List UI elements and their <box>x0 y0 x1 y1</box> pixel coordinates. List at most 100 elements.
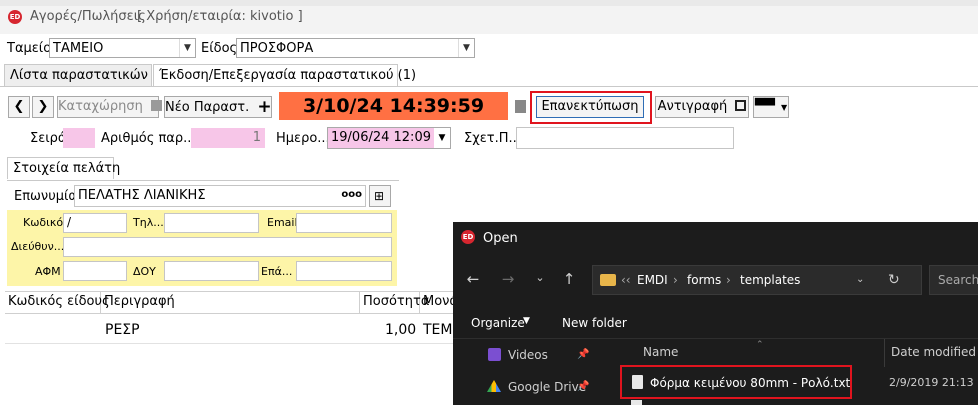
app-logo-icon: ED <box>461 230 475 244</box>
forward-button[interactable]: ❯ <box>32 96 54 118</box>
chevron-down-icon[interactable]: ⌄ <box>530 271 550 284</box>
vat-label: ΑΦΜ <box>35 265 61 278</box>
sidebar-item-videos[interactable]: Videos <box>508 348 548 362</box>
tax-office-label: ΔΟΥ <box>133 265 156 278</box>
breadcrumb-separator: › <box>673 273 678 287</box>
customer-name-value: ΠΕΛΑΤΗΣ ΛΙΑΝΙΚΗΣ <box>78 188 206 203</box>
dialog-sidebar: Videos 📌 Google Drive 📌 <box>453 339 613 405</box>
profession-field[interactable] <box>296 261 392 281</box>
profession-label: Επά... <box>261 265 293 278</box>
date-label: Ημερο... <box>276 131 330 146</box>
column-divider <box>884 339 885 367</box>
new-document-label: Νέο Παραστ. <box>165 100 250 115</box>
col-name[interactable]: Name <box>643 345 678 359</box>
tax-office-field[interactable] <box>164 261 259 281</box>
related-label: Σχετ.Π... <box>464 131 521 146</box>
type-select[interactable]: ΠΡΟΣΦΟΡΑ ▼ <box>236 38 475 58</box>
print-button[interactable]: ▀▀ ▼ <box>753 96 789 118</box>
customer-details-panel: Κωδικός / Τηλ... Email Διεύθυν... ΑΦΜ ΔΟ… <box>7 210 397 286</box>
series-field[interactable] <box>63 128 95 148</box>
arrow-left-icon[interactable]: ← <box>463 270 483 288</box>
new-folder-button[interactable]: New folder <box>562 316 627 330</box>
chevron-down-icon[interactable]: ▼ <box>434 128 450 148</box>
new-document-button[interactable]: Νέο Παραστ. + <box>164 96 272 118</box>
videos-icon <box>488 348 501 361</box>
number-label: Αριθμός παρ... <box>101 131 196 146</box>
organize-menu[interactable]: Organize <box>471 316 525 330</box>
table-row[interactable]: ΡΕΣΡ 1,00 ΤΕΜ <box>5 316 465 344</box>
window-user-company: [ Χρήση/εταιρία: kivotio ] <box>137 9 303 24</box>
tab-document-list[interactable]: Λίστα παραστατικών (1) <box>4 64 171 86</box>
chevron-down-icon[interactable]: ▼ <box>781 103 787 112</box>
open-file-dialog: ED Open ← → ⌄ ↑ ‹‹ EMDI › forms › templa… <box>453 222 978 405</box>
pin-icon: 📌 <box>577 349 590 360</box>
phone-field[interactable] <box>164 213 259 233</box>
customer-name-label: Επωνυμία <box>14 189 77 204</box>
register-label: Καταχώρηση <box>58 99 143 114</box>
breadcrumb-emdi[interactable]: EMDI <box>637 273 668 287</box>
customer-lookup-button[interactable]: ⊞ <box>369 185 391 207</box>
number-value: 1 <box>252 130 261 145</box>
breadcrumb-separator: › <box>726 273 731 287</box>
tab-customer-info[interactable]: Στοιχεία πελάτη <box>7 157 120 179</box>
customer-tab-line <box>7 180 399 181</box>
sidebar-item-google-drive[interactable]: Google Drive <box>508 380 586 394</box>
chevron-down-icon[interactable]: ▼ <box>179 39 195 57</box>
copy-button[interactable]: Αντιγραφή <box>655 96 749 118</box>
app-window: ED Αγορές/Πωλήσεις [ Χρήση/εταιρία: kivo… <box>0 0 978 405</box>
chevron-down-icon[interactable]: ⌄ <box>856 274 864 285</box>
printer-icon: ▀▀ <box>754 99 775 114</box>
reprint-button[interactable]: Επανεκτύπωση <box>536 96 644 118</box>
date-field[interactable]: 19/06/24 12:09 ▼ <box>327 127 451 149</box>
text-file-icon <box>632 375 643 389</box>
address-bar[interactable]: ‹‹ EMDI › forms › templates ⌄ ↻ <box>592 265 922 295</box>
dialog-title: Open <box>483 231 518 246</box>
refresh-icon[interactable]: ↻ <box>888 272 900 288</box>
folder-icon <box>600 274 616 286</box>
cashbox-select[interactable]: ΤΑΜΕΙΟ ▼ <box>49 38 196 58</box>
phone-label: Τηλ... <box>133 216 164 229</box>
related-field[interactable] <box>516 127 734 149</box>
app-logo-icon: ED <box>8 10 22 24</box>
vat-field[interactable] <box>63 261 127 281</box>
email-label: Email <box>267 216 298 229</box>
col-date-modified[interactable]: Date modified <box>891 345 976 359</box>
chevron-down-icon[interactable]: ▼ <box>523 316 530 326</box>
list-item[interactable]: Φόρμα κειμένου 80mm - Ρολό.txt 2/9/2019 … <box>628 373 978 395</box>
series-label: Σειρά <box>30 131 67 146</box>
copy-icon <box>735 100 747 111</box>
chevron-down-icon[interactable]: ▼ <box>458 39 474 57</box>
email-field[interactable] <box>296 213 392 233</box>
col-description[interactable]: Περιγραφή <box>101 292 360 314</box>
breadcrumb-templates[interactable]: templates <box>740 273 800 287</box>
cashbox-value: ΤΑΜΕΙΟ <box>53 41 104 56</box>
customer-name-field[interactable]: ΠΕΛΑΤΗΣ ΛΙΑΝΙΚΗΣ ooo <box>74 185 366 207</box>
number-field[interactable]: 1 <box>191 128 265 148</box>
row-quantity: 1,00 <box>385 322 417 338</box>
register-button[interactable]: Καταχώρηση <box>57 96 162 118</box>
col-quantity[interactable]: Ποσότητα <box>360 292 429 314</box>
code-value: / <box>67 215 72 229</box>
row-description: ΡΕΣΡ <box>105 322 140 338</box>
address-label: Διεύθυν... <box>11 240 65 253</box>
code-field[interactable]: / <box>63 213 127 233</box>
row-unit: ΤΕΜ <box>423 322 453 338</box>
text-file-icon <box>631 400 642 405</box>
top-trim <box>0 0 978 6</box>
search-input[interactable]: Search t <box>929 265 978 295</box>
tab-strip-line <box>0 86 978 87</box>
tab-document-edit[interactable]: Έκδοση/Επεξεργασία παραστατικού (1) <box>153 64 416 86</box>
window-title: Αγορές/Πωλήσεις <box>30 9 146 24</box>
file-name: Φόρμα κειμένου 80mm - Ρολό.txt <box>650 376 851 390</box>
col-item-code[interactable]: Κωδικός είδους <box>5 292 110 314</box>
back-button[interactable]: ❮ <box>8 96 30 118</box>
search-placeholder: Search t <box>938 273 978 287</box>
arrow-right-icon[interactable]: → <box>498 270 518 288</box>
pin-icon: 📌 <box>577 381 590 392</box>
address-field[interactable] <box>63 237 392 257</box>
more-options-icon[interactable]: ooo <box>341 189 362 200</box>
arrow-up-icon[interactable]: ↑ <box>559 270 579 288</box>
datetime-display: 3/10/24 14:39:59 <box>279 92 508 120</box>
title-bar: ED Αγορές/Πωλήσεις [ Χρήση/εταιρία: kivo… <box>0 0 978 34</box>
breadcrumb-forms[interactable]: forms <box>687 273 721 287</box>
